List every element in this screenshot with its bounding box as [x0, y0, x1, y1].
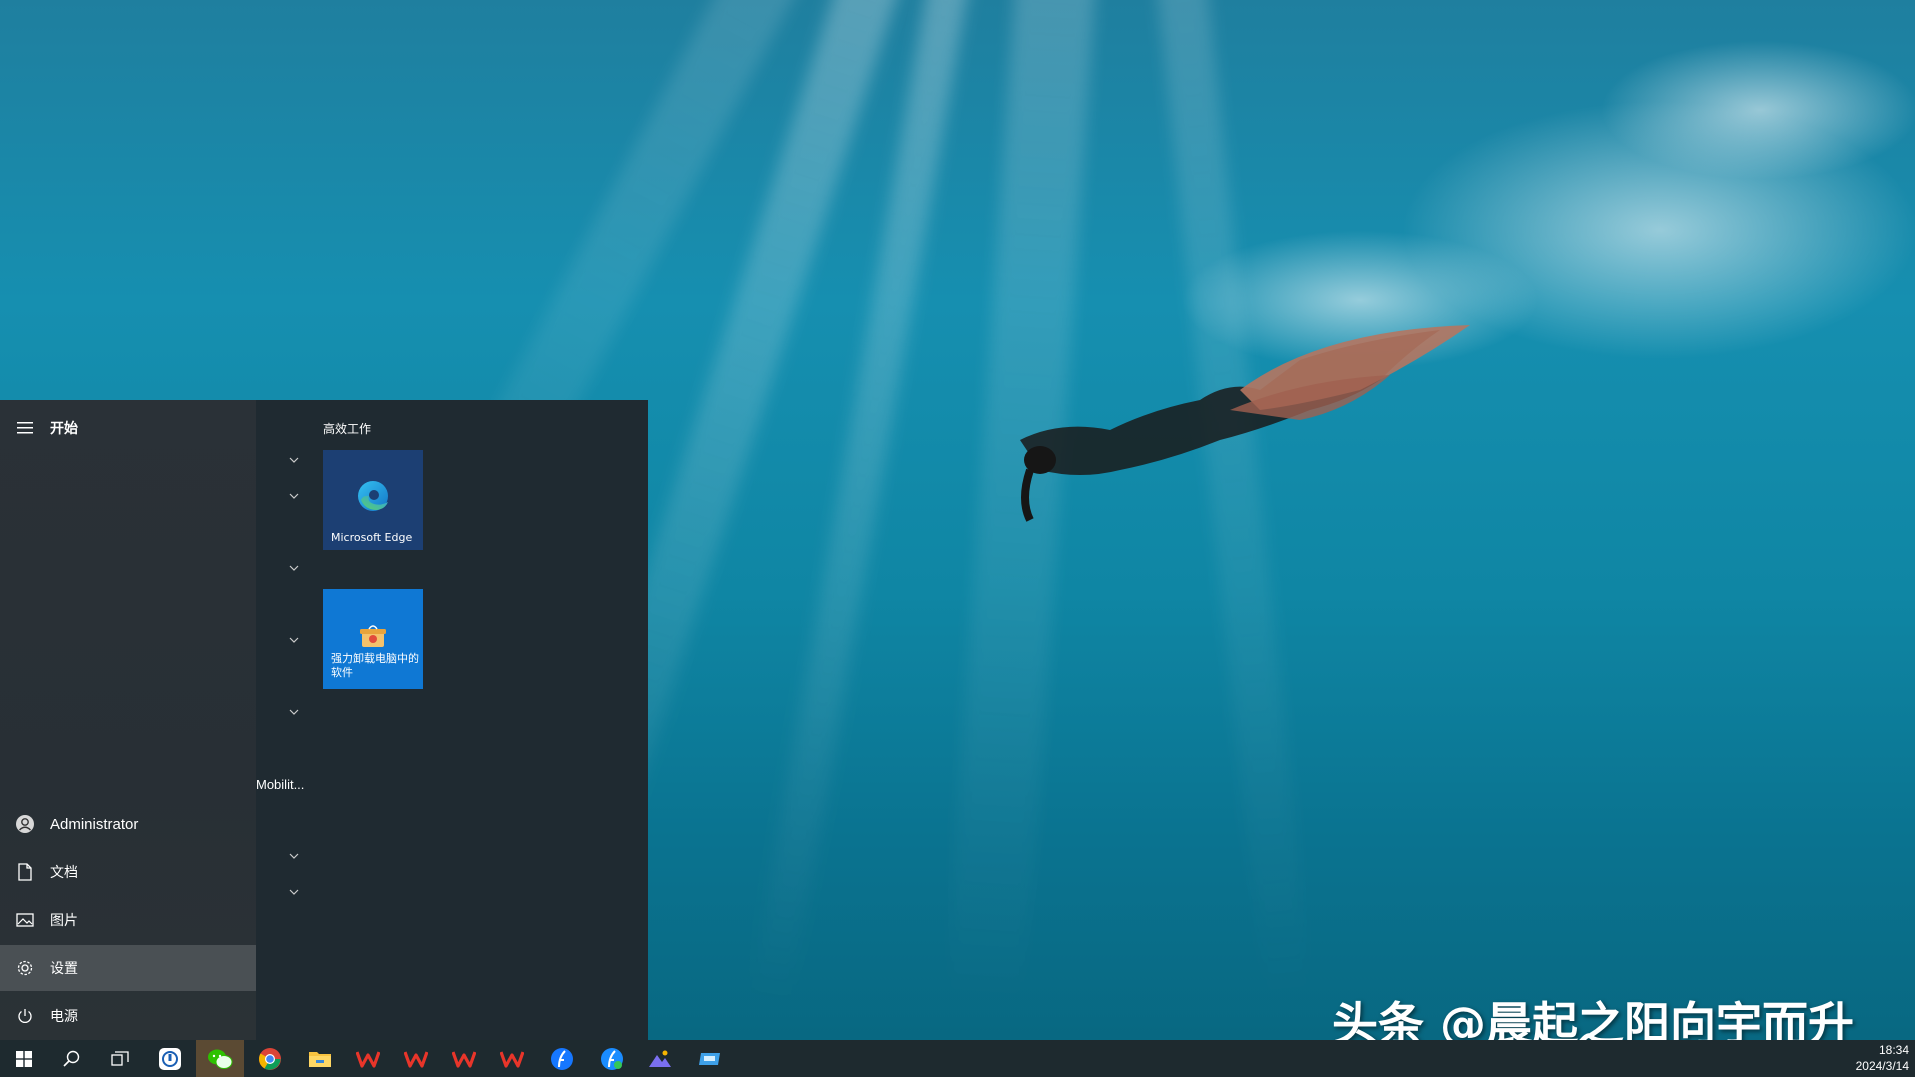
taskbar-wps[interactable]: [344, 1040, 392, 1077]
user-name: Administrator: [50, 815, 139, 833]
chevron-down-icon[interactable]: [288, 634, 300, 646]
feishu-icon: [601, 1047, 623, 1070]
document-icon: [14, 861, 36, 883]
chevron-down-icon[interactable]: [288, 454, 300, 466]
tile-group-title: 高效工作: [323, 422, 372, 436]
chevron-down-icon[interactable]: [288, 706, 300, 718]
taskbar-feishu[interactable]: [588, 1040, 636, 1077]
clock-date: 2024/3/14: [1855, 1059, 1909, 1073]
start-menu: 开始 Administrator 文档 图片 设置 电源 Mobilit... …: [0, 400, 648, 1040]
taskbar-search-button[interactable]: [48, 1040, 96, 1077]
windows-start-button[interactable]: [0, 1040, 48, 1077]
taskbar-wps[interactable]: [392, 1040, 440, 1077]
hamburger-menu-icon[interactable]: [14, 417, 36, 439]
documents-button[interactable]: 文档: [0, 849, 256, 895]
wps-icon: [452, 1050, 476, 1068]
gear-icon: [14, 957, 36, 979]
tile-microsoft-edge[interactable]: Microsoft Edge: [323, 450, 423, 550]
wps-icon: [356, 1050, 380, 1068]
taskbar: 18:34 2024/3/14: [0, 1040, 1915, 1077]
power-label: 电源: [50, 1009, 78, 1025]
taskbar-wechat[interactable]: [196, 1040, 244, 1077]
diver-image: [1020, 325, 1470, 522]
wps-icon: [404, 1050, 428, 1068]
wechat-icon: [208, 1049, 233, 1069]
search-icon: [63, 1050, 80, 1067]
taskbar-chrome[interactable]: [246, 1040, 294, 1077]
power-icon: [14, 1005, 36, 1027]
wps-icon: [500, 1050, 524, 1068]
settings-button[interactable]: 设置: [0, 945, 256, 991]
picture-icon: [14, 909, 36, 931]
documents-label: 文档: [50, 865, 78, 881]
start-title: 开始: [50, 421, 78, 437]
pictures-button[interactable]: 图片: [0, 897, 256, 943]
chevron-down-icon[interactable]: [288, 850, 300, 862]
taskbar-wps[interactable]: [440, 1040, 488, 1077]
photos-icon: [649, 1050, 671, 1067]
chrome-icon: [259, 1047, 281, 1070]
app-list-item[interactable]: Mobilit...: [256, 777, 304, 792]
feishu-icon: [551, 1047, 573, 1070]
taskbar-feishu[interactable]: [538, 1040, 586, 1077]
task-view-button[interactable]: [96, 1040, 144, 1077]
tiles-area: 高效工作 Microsoft Edge 强力卸载电脑中的软件: [316, 400, 648, 1040]
tile-label: 强力卸载电脑中的软件: [331, 652, 419, 679]
start-header[interactable]: 开始: [0, 405, 256, 451]
pictures-label: 图片: [50, 913, 78, 929]
task-view-icon: [111, 1050, 129, 1066]
chevron-down-icon[interactable]: [288, 490, 300, 502]
uninstall-box-icon: [360, 625, 386, 647]
app-icon: [159, 1047, 181, 1070]
app-list[interactable]: Mobilit...: [256, 400, 316, 1040]
taskbar-remote[interactable]: [686, 1040, 734, 1077]
system-clock[interactable]: 18:34 2024/3/14: [1856, 1042, 1909, 1074]
start-left-rail: 开始 Administrator 文档 图片 设置 电源: [0, 400, 256, 1040]
taskbar-file-explorer[interactable]: [296, 1040, 344, 1077]
user-avatar-icon: [14, 813, 36, 835]
edge-icon: [358, 481, 388, 511]
windows-start-icon: [16, 1050, 32, 1067]
remote-icon: [699, 1052, 720, 1065]
taskbar-wps[interactable]: [488, 1040, 536, 1077]
settings-label: 设置: [50, 961, 78, 977]
taskbar-app[interactable]: [146, 1040, 194, 1077]
tile-label: Microsoft Edge: [331, 531, 413, 544]
power-button[interactable]: 电源: [0, 993, 256, 1039]
taskbar-photos[interactable]: [636, 1040, 684, 1077]
chevron-down-icon[interactable]: [288, 886, 300, 898]
clock-time: 18:34: [1878, 1043, 1909, 1057]
file-explorer-icon: [309, 1051, 331, 1067]
tile-uninstall-software[interactable]: 强力卸载电脑中的软件: [323, 589, 423, 689]
chevron-down-icon[interactable]: [288, 562, 300, 574]
user-account-button[interactable]: Administrator: [0, 801, 256, 847]
